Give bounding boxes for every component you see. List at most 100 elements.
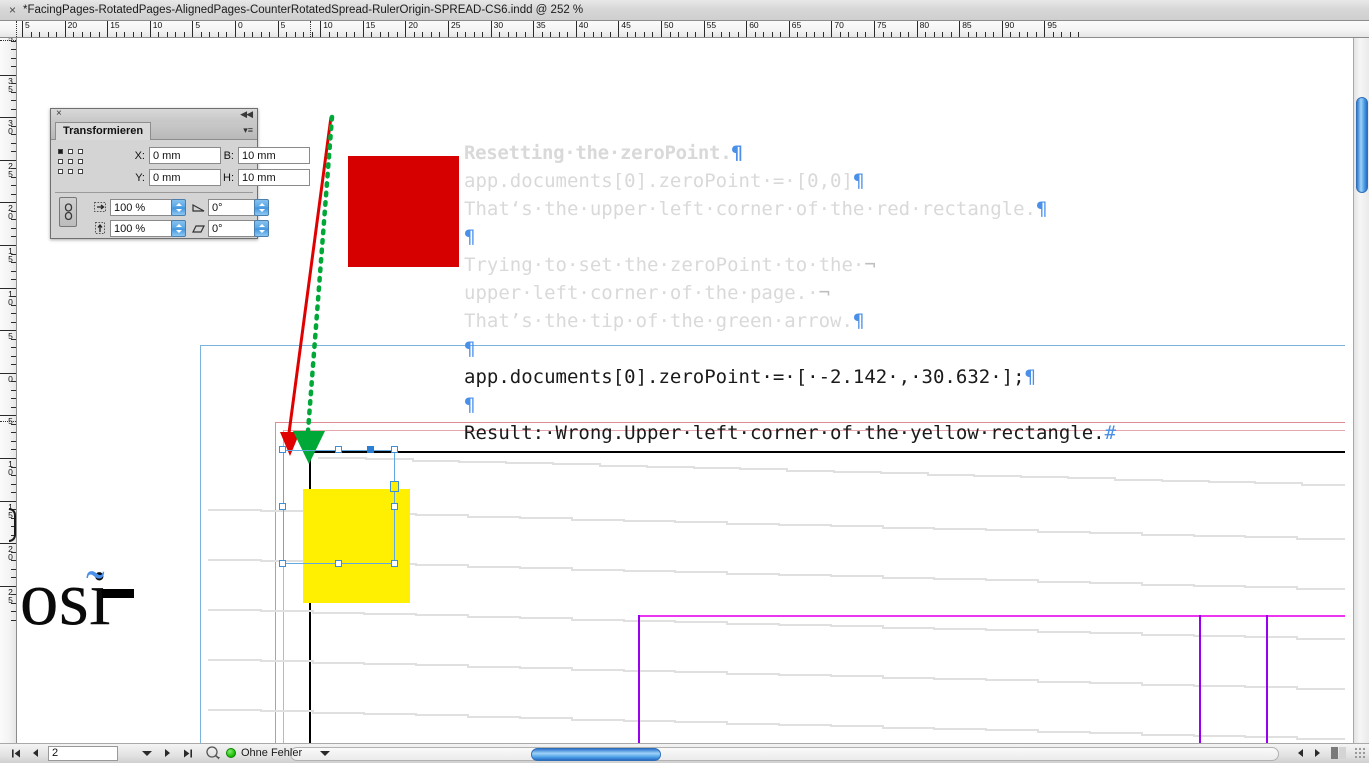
vertical-scrollbar-thumb[interactable] xyxy=(1356,97,1368,193)
x-label: X: xyxy=(134,149,145,162)
page-hyphen xyxy=(102,589,134,598)
width-input[interactable] xyxy=(238,147,310,164)
handle-right-upper[interactable] xyxy=(390,481,399,492)
shear-stepper[interactable] xyxy=(254,220,269,237)
proxy-point-bc[interactable] xyxy=(68,169,73,174)
ruler-minor-tick xyxy=(39,32,41,37)
ruler-label: 70 xyxy=(834,21,844,30)
rotation-angle-icon xyxy=(192,201,205,214)
handle-top-right[interactable] xyxy=(391,446,398,453)
ruler-minor-tick xyxy=(337,32,339,37)
ruler-minor-tick xyxy=(950,32,952,37)
constrain-proportions-toggle[interactable] xyxy=(59,197,77,227)
handle-bottom-right[interactable] xyxy=(391,560,398,567)
next-page-button[interactable] xyxy=(161,746,174,760)
ruler-minor-tick xyxy=(73,32,75,37)
ruler-minor-tick xyxy=(11,347,16,349)
last-page-button[interactable] xyxy=(181,746,194,760)
ruler-minor-tick xyxy=(1010,32,1012,37)
script-text-line: That’s·the·tip·of·the·green·arrow.¶ xyxy=(464,307,1344,335)
reference-point-proxy[interactable] xyxy=(58,149,85,176)
close-icon[interactable]: × xyxy=(56,108,62,119)
ruler-minor-tick xyxy=(200,32,202,37)
ruler-minor-tick xyxy=(311,32,313,37)
collapse-icon[interactable]: ◀◀ xyxy=(240,109,253,120)
handle-bottom-center[interactable] xyxy=(335,560,342,567)
view-mode-toggle[interactable] xyxy=(1331,747,1346,759)
ruler-minor-tick xyxy=(11,398,16,400)
ruler-minor-tick xyxy=(908,32,910,37)
scale-y-input[interactable] xyxy=(110,220,172,237)
ruler-label: 5 xyxy=(195,21,201,30)
scale-x-stepper[interactable] xyxy=(171,199,186,216)
proxy-point-mc[interactable] xyxy=(68,159,73,164)
vertical-ruler[interactable]: 535302520151050510152025 xyxy=(0,38,17,743)
ruler-minor-tick xyxy=(286,32,288,37)
y-input[interactable] xyxy=(149,169,221,186)
script-line-text: That’s·the·tip·of·the·green·arrow. xyxy=(464,310,853,332)
handle-top-left[interactable] xyxy=(279,446,286,453)
ruler-minor-tick xyxy=(891,32,893,37)
ruler-minor-tick xyxy=(252,32,254,37)
handle-bottom-left[interactable] xyxy=(279,560,286,567)
document-title[interactable]: *FacingPages-RotatedPages-AlignedPages-C… xyxy=(23,4,583,16)
scale-x-input[interactable] xyxy=(110,199,172,216)
ruler-minor-tick xyxy=(11,49,16,51)
ruler-minor-tick xyxy=(11,262,16,264)
rotation-input[interactable] xyxy=(208,199,255,216)
first-page-button[interactable] xyxy=(10,746,23,760)
ruler-minor-tick xyxy=(848,32,850,37)
paragraph-mark: # xyxy=(1104,422,1117,444)
proxy-point-tr[interactable] xyxy=(78,149,83,154)
ruler-minor-tick xyxy=(976,32,978,37)
shear-input[interactable] xyxy=(208,220,255,237)
preflight-profile-dropdown[interactable] xyxy=(318,746,331,760)
ruler-minor-tick xyxy=(11,577,16,579)
scroll-left-button[interactable] xyxy=(1294,746,1307,760)
panel-menu-icon[interactable]: ▾≡ xyxy=(243,125,253,136)
page-dropdown-button[interactable] xyxy=(140,746,153,760)
rotation-stepper[interactable] xyxy=(254,199,269,216)
ruler-minor-tick xyxy=(11,227,16,229)
status-indicator-dot xyxy=(226,748,236,758)
ruler-label: 15 xyxy=(110,21,120,30)
tab-transformieren[interactable]: Transformieren xyxy=(55,122,152,140)
proxy-point-tc[interactable] xyxy=(68,149,73,154)
height-input[interactable] xyxy=(238,169,310,186)
x-input[interactable] xyxy=(149,147,221,164)
close-icon[interactable]: × xyxy=(9,4,16,16)
proxy-point-tl[interactable] xyxy=(58,149,63,154)
arrow-left-icon xyxy=(33,749,38,757)
transform-panel[interactable]: × ◀◀ Transformieren ▾≡ X: 0 mm B: 10 mm … xyxy=(50,108,310,239)
preflight-status-icon[interactable] xyxy=(204,746,222,760)
script-text-line: Trying·to·set·the·zeroPoint·to·the·¬ xyxy=(464,251,1344,279)
handle-middle-left[interactable] xyxy=(279,503,286,510)
handle-middle-right[interactable] xyxy=(391,503,398,510)
scale-y-stepper[interactable] xyxy=(171,220,186,237)
horizontal-ruler[interactable]: 5 20 15 10 5 0 5 10 15 20 25 30 35 40 45 50 55 60 65 70 75 80… xyxy=(0,21,1369,38)
vertical-scrollbar[interactable] xyxy=(1353,38,1369,743)
ruler-minor-tick xyxy=(626,32,628,37)
proxy-point-br[interactable] xyxy=(78,169,83,174)
script-text-line: ¶ xyxy=(464,391,1344,419)
handle-top-center[interactable] xyxy=(335,446,342,453)
ruler-minor-tick xyxy=(11,176,16,178)
ruler-minor-tick xyxy=(882,32,884,37)
scroll-right-button[interactable] xyxy=(1311,746,1324,760)
script-text-line: That‘s·the·upper·left·corner·of·the·red·… xyxy=(464,195,1344,223)
proxy-point-bl[interactable] xyxy=(58,169,63,174)
ruler-minor-tick xyxy=(11,236,16,238)
ruler-minor-tick xyxy=(354,32,356,37)
ruler-minor-tick xyxy=(11,142,16,144)
proxy-point-ml[interactable] xyxy=(58,159,63,164)
handle-top-right-active[interactable] xyxy=(367,446,374,453)
proxy-point-mr[interactable] xyxy=(78,159,83,164)
page-number-input[interactable] xyxy=(48,745,118,761)
resize-grip[interactable] xyxy=(1354,746,1367,760)
previous-page-button[interactable] xyxy=(29,746,42,760)
ruler-minor-tick xyxy=(584,32,586,37)
ruler-minor-tick xyxy=(780,32,782,37)
ruler-minor-tick xyxy=(98,32,100,37)
ruler-minor-tick xyxy=(56,32,58,37)
ruler-minor-tick xyxy=(11,125,16,127)
